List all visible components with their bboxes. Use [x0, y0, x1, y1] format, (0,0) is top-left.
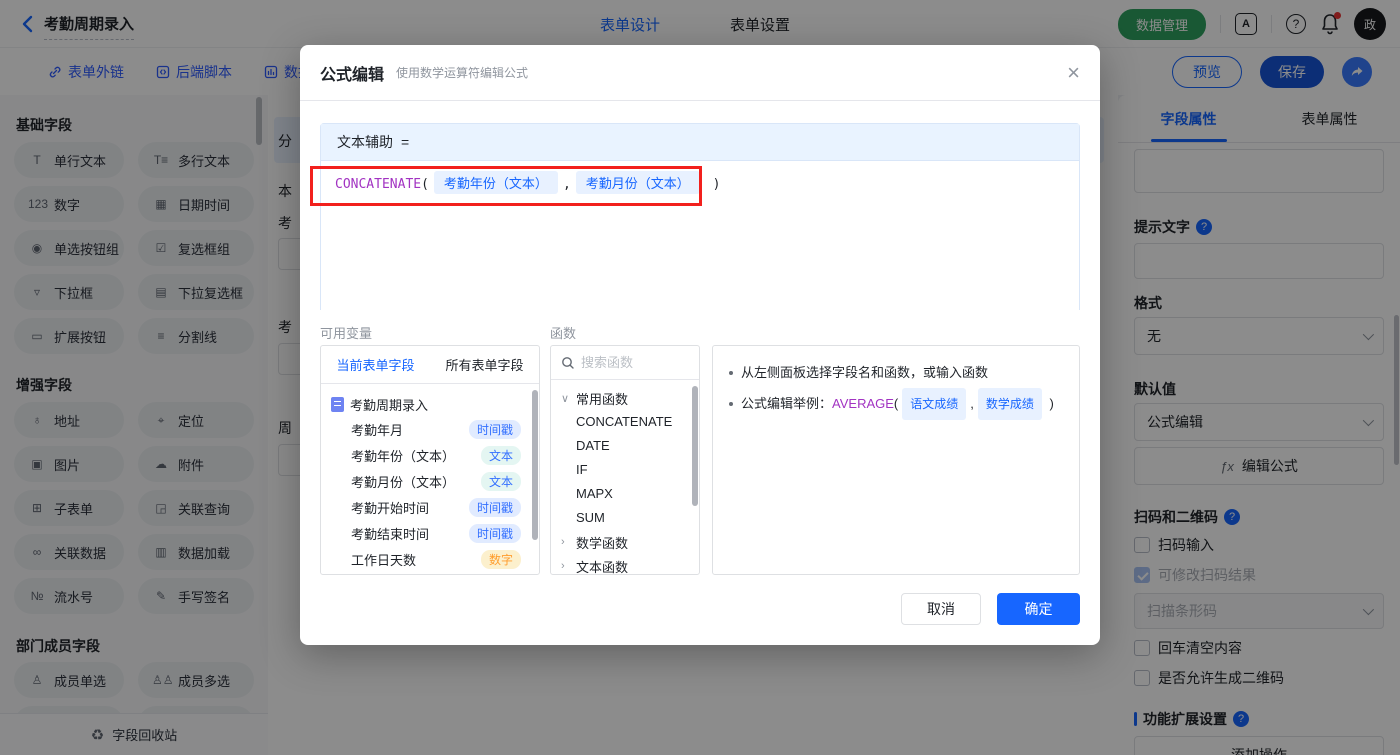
tab-current-form-fields[interactable]: 当前表单字段 [336, 355, 414, 374]
variable-row[interactable]: 考勤年月 时间戳 [331, 416, 531, 442]
confirm-button[interactable]: 确定 [997, 593, 1080, 625]
example-field-chip: 数学成绩 [977, 388, 1042, 420]
formula-target-row: 文本辅助 = [321, 124, 1079, 161]
example-function-name: AVERAGE [832, 396, 894, 411]
field-chip[interactable]: 考勤月份（文本） [575, 171, 700, 194]
modal-subtitle: 使用数学运算符编辑公式 [396, 66, 529, 80]
function-item[interactable]: SUM [561, 506, 699, 530]
app: 考勤周期录入 表单设计 表单设置 数据管理 A ? 政 表单外链 后端脚本 预览… [0, 0, 1400, 755]
chevron-right-icon: › [561, 536, 565, 548]
example-field-chip: 语文成绩 [902, 388, 967, 420]
function-item[interactable]: CONCATENATE [561, 410, 699, 434]
search-icon [562, 356, 574, 369]
formula-editor-modal: 公式编辑 使用数学运算符编辑公式 × 文本辅助 = CONCATENATE(考勤… [300, 45, 1100, 645]
group-math-functions[interactable]: › 数学函数 [561, 530, 699, 554]
type-badge: 文本 [480, 445, 521, 465]
type-badge: 时间戳 [468, 497, 521, 517]
equals-sign: = [401, 134, 410, 150]
function-name: CONCATENATE [335, 177, 422, 192]
function-item[interactable]: MAPX [561, 482, 699, 506]
tip-line-2: 公式编辑举例：AVERAGE(语文成绩, 数学成绩 ) [729, 388, 1063, 420]
variables-scrollbar[interactable] [532, 390, 538, 540]
functions-scrollbar[interactable] [692, 386, 698, 506]
functions-panel: ∨常用函数 CONCATENATE DATE IF MAPX SUM ›数学函数… [550, 345, 700, 575]
chevron-down-icon: ∨ [561, 392, 570, 405]
variable-row[interactable]: 考勤月份（文本） 文本 [331, 468, 531, 494]
functions-label: 函数 [550, 326, 577, 341]
variable-row[interactable]: 工作日天数 数字 [331, 546, 531, 572]
modal-header: 公式编辑 使用数学运算符编辑公式 × [300, 45, 1100, 101]
type-badge: 时间戳 [468, 419, 521, 439]
function-search[interactable] [551, 346, 699, 380]
modal-title: 公式编辑 [320, 66, 385, 84]
type-badge: 文本 [480, 471, 521, 491]
search-input[interactable] [581, 355, 681, 370]
tab-all-form-fields[interactable]: 所有表单字段 [445, 355, 523, 374]
variables-label: 可用变量 [320, 326, 373, 341]
function-item[interactable]: DATE [561, 434, 699, 458]
chevron-right-icon: › [561, 560, 565, 572]
formula-input-area[interactable]: CONCATENATE(考勤年份（文本）, 考勤月份（文本） ) [321, 161, 1079, 310]
tree-root[interactable]: 考勤周期录入 [331, 392, 531, 416]
function-list: ∨ 常用函数 CONCATENATE DATE IF MAPX SUM › 数学函数… [551, 380, 699, 575]
variables-tree: 考勤周期录入 考勤年月 时间戳 考勤年份（文本） 文本 考勤月份（文本） 文本 考勤开… [321, 384, 539, 572]
form-doc-icon [331, 396, 344, 412]
variable-row[interactable]: 考勤结束时间 时间戳 [331, 520, 531, 546]
modal-footer: 取消 确定 [901, 593, 1080, 625]
tip-line-1: 从左侧面板选择字段名和函数，或输入函数 [729, 358, 1063, 388]
formula-target: 文本辅助 [337, 134, 393, 150]
formula-editor-block: 文本辅助 = CONCATENATE(考勤年份（文本）, 考勤月份（文本） ) [320, 123, 1080, 310]
close-icon[interactable]: × [1067, 61, 1080, 84]
function-item[interactable]: IF [561, 458, 699, 482]
field-chip[interactable]: 考勤年份（文本） [433, 171, 558, 194]
tips-panel: 从左侧面板选择字段名和函数，或输入函数 公式编辑举例：AVERAGE(语文成绩,… [712, 345, 1080, 575]
variable-row[interactable]: 考勤年份（文本） 文本 [331, 442, 531, 468]
cancel-button[interactable]: 取消 [901, 593, 981, 625]
group-text-functions[interactable]: › 文本函数 [561, 554, 699, 575]
type-badge: 时间戳 [468, 523, 521, 543]
type-badge: 数字 [480, 549, 521, 569]
group-common-functions[interactable]: ∨ 常用函数 [561, 386, 699, 410]
variables-panel: 当前表单字段 所有表单字段 考勤周期录入 考勤年月 时间戳 考勤年份（文本） 文本 … [320, 345, 540, 575]
variable-row[interactable]: 考勤开始时间 时间戳 [331, 494, 531, 520]
